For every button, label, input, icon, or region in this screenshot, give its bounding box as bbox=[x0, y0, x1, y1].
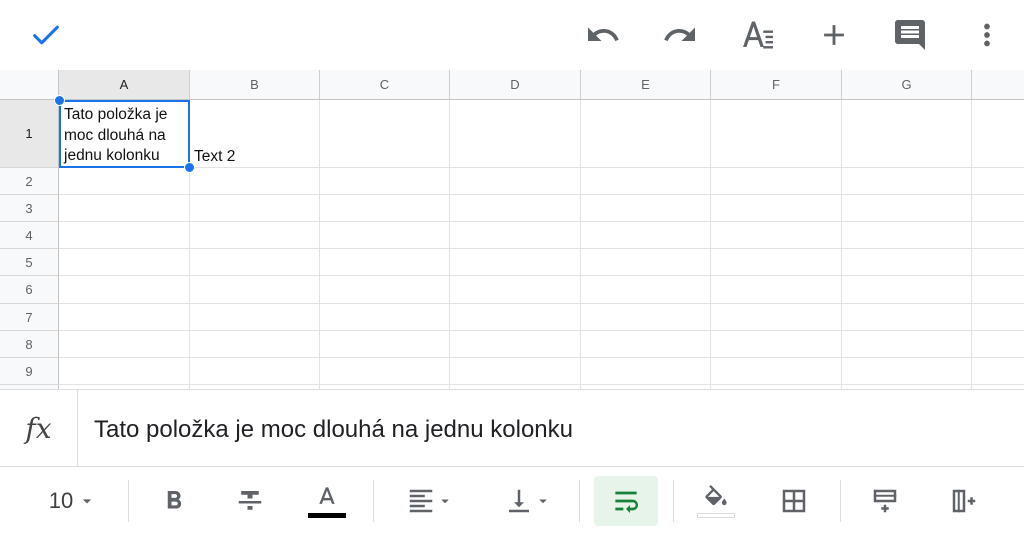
formula-bar: fx Tato položka je moc dlouhá na jednu k… bbox=[0, 389, 1024, 467]
toolbar-divider bbox=[128, 480, 129, 522]
toolbar-divider bbox=[673, 480, 674, 522]
column-header-f[interactable]: F bbox=[711, 70, 842, 100]
toolbar-divider bbox=[579, 480, 580, 522]
column-header-c[interactable]: C bbox=[320, 70, 450, 100]
gridline bbox=[841, 100, 842, 389]
select-all-corner[interactable] bbox=[0, 70, 59, 100]
more-vert-icon[interactable] bbox=[965, 13, 1009, 57]
row-header-6[interactable]: 6 bbox=[0, 276, 59, 304]
vertical-align-bottom-icon bbox=[509, 489, 529, 513]
gridline bbox=[59, 330, 1024, 331]
gridline bbox=[59, 357, 1024, 358]
row-header-7[interactable]: 7 bbox=[0, 304, 59, 331]
gridline bbox=[710, 100, 711, 389]
font-size-value: 10 bbox=[48, 488, 74, 513]
column-header-d[interactable]: D bbox=[450, 70, 581, 100]
add-icon[interactable] bbox=[812, 13, 856, 57]
gridline bbox=[59, 275, 1024, 276]
column-header-b[interactable]: B bbox=[190, 70, 320, 100]
borders-icon[interactable] bbox=[772, 476, 816, 526]
fill-color-icon[interactable] bbox=[694, 476, 738, 526]
row-header-5[interactable]: 5 bbox=[0, 249, 59, 276]
column-header-partial[interactable] bbox=[972, 70, 1024, 100]
wrap-text-icon[interactable] bbox=[594, 476, 658, 526]
row-header-9[interactable]: 9 bbox=[0, 358, 59, 385]
dropdown-arrow-icon bbox=[441, 499, 449, 504]
dropdown-arrow-icon bbox=[83, 499, 92, 504]
gridline bbox=[59, 384, 1024, 385]
cell-selection-box[interactable] bbox=[59, 100, 190, 168]
selection-handle-top-left[interactable] bbox=[54, 95, 65, 106]
text-format-icon[interactable] bbox=[736, 13, 780, 57]
text-color-swatch bbox=[308, 512, 346, 518]
gridline bbox=[59, 248, 1024, 249]
spreadsheet-grid[interactable]: A B C D E F G 1 2 3 4 5 6 7 8 9 Tato pol… bbox=[0, 70, 1024, 389]
gridline bbox=[971, 100, 972, 389]
vertical-align-dropdown[interactable] bbox=[496, 476, 560, 526]
fx-label: fx bbox=[0, 390, 78, 467]
bold-icon[interactable] bbox=[152, 476, 196, 526]
formula-input[interactable]: Tato položka je moc dlouhá na jednu kolo… bbox=[94, 416, 573, 444]
column-header-g[interactable]: G bbox=[842, 70, 972, 100]
gridline bbox=[449, 100, 450, 389]
text-color-icon[interactable] bbox=[305, 476, 349, 526]
undo-icon[interactable] bbox=[581, 13, 625, 57]
column-header-e[interactable]: E bbox=[581, 70, 711, 100]
selection-handle-bottom-right[interactable] bbox=[184, 162, 195, 173]
dropdown-arrow-icon bbox=[539, 499, 547, 504]
app-bar bbox=[0, 0, 1024, 70]
row-header-3[interactable]: 3 bbox=[0, 195, 59, 222]
comment-icon[interactable] bbox=[888, 13, 932, 57]
gridline bbox=[59, 194, 1024, 195]
gridline bbox=[580, 100, 581, 389]
strikethrough-icon[interactable] bbox=[228, 476, 272, 526]
insert-column-icon[interactable] bbox=[942, 476, 986, 526]
insert-row-icon[interactable] bbox=[863, 476, 907, 526]
horizontal-align-dropdown[interactable] bbox=[398, 476, 462, 526]
gridline bbox=[59, 303, 1024, 304]
row-header-8[interactable]: 8 bbox=[0, 331, 59, 358]
toolbar-divider bbox=[373, 480, 374, 522]
toolbar-divider bbox=[840, 480, 841, 522]
format-toolbar: 10 bbox=[0, 468, 1024, 533]
row-header-4[interactable]: 4 bbox=[0, 222, 59, 249]
column-header-a[interactable]: A bbox=[59, 70, 190, 100]
fill-color-swatch bbox=[697, 512, 735, 518]
font-size-dropdown[interactable]: 10 bbox=[38, 476, 108, 526]
align-left-icon bbox=[409, 489, 433, 513]
row-header-1[interactable]: 1 bbox=[0, 100, 59, 168]
check-icon[interactable] bbox=[24, 13, 68, 57]
cell-b1: Text 2 bbox=[194, 148, 236, 165]
gridline bbox=[319, 100, 320, 389]
redo-icon[interactable] bbox=[658, 13, 702, 57]
gridline bbox=[59, 221, 1024, 222]
row-header-2[interactable]: 2 bbox=[0, 168, 59, 195]
